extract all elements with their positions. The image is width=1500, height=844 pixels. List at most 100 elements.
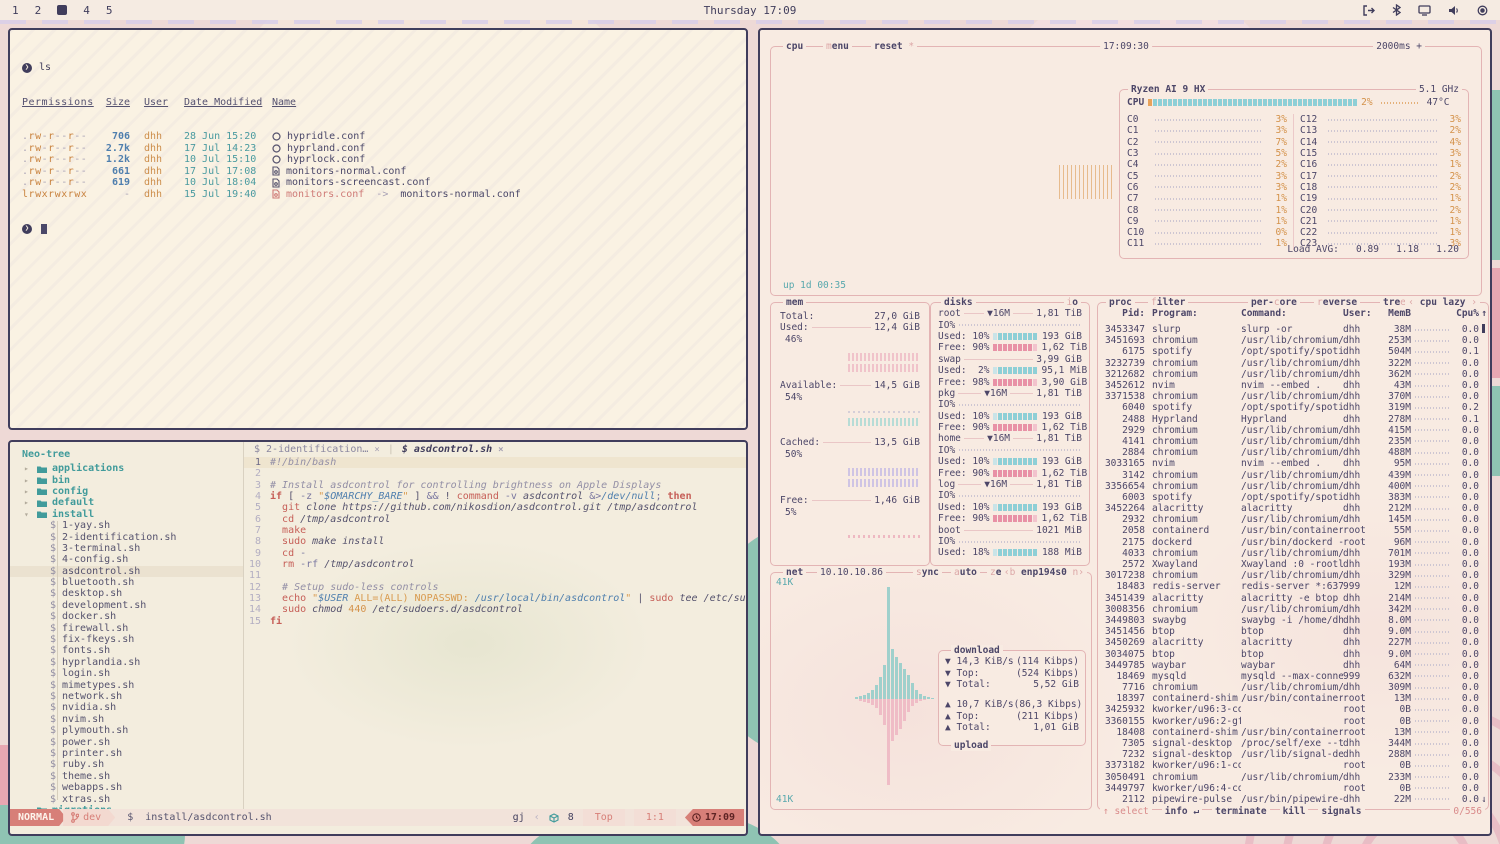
proc-percore-button[interactable]: per-core	[1248, 297, 1300, 308]
kill-button[interactable]: kill	[1280, 806, 1309, 817]
process-row[interactable]: 3050491chromium/usr/lib/chromium/dhh233M…	[1101, 772, 1485, 783]
tree-file[interactable]: $network.sh	[10, 691, 243, 702]
process-row[interactable]: 2058containerd/usr/bin/containerroot55M0…	[1101, 525, 1485, 536]
menu-button[interactable]: menu	[823, 41, 852, 52]
process-row[interactable]: 6003spotify/opt/spotify/spotidhh383M0.0	[1101, 492, 1485, 503]
logout-icon[interactable]	[1362, 5, 1375, 16]
code-area[interactable]: 1#!/bin/bash23# Install asdcontrol for c…	[244, 457, 746, 627]
process-row[interactable]: 3451439alacrittyalacritty -e btopdhh214M…	[1101, 593, 1485, 604]
process-row[interactable]: 3017238chromium/usr/lib/chromium/dhh329M…	[1101, 570, 1485, 581]
process-row[interactable]: 3452612nvimnvim --embed .dhh43M0.0	[1101, 380, 1485, 391]
tree-file[interactable]: $2-identification.sh	[10, 531, 243, 542]
process-row[interactable]: 3452264alacrittyalacrittydhh212M0.0	[1101, 503, 1485, 514]
workspace-item[interactable]: 1	[12, 4, 19, 17]
tree-file[interactable]: $nvidia.sh	[10, 702, 243, 713]
process-row[interactable]: 3449797kworker/u96:4-coroot0B0.0	[1101, 783, 1485, 794]
process-row[interactable]: 7305signal-desktop/proc/self/exe --tdhh3…	[1101, 738, 1485, 749]
process-row[interactable]: 3034075btopbtopdhh9.0M0.0	[1101, 648, 1485, 659]
process-row[interactable]: 18483redis-serverredis-server *:63799912…	[1101, 581, 1485, 592]
record-icon[interactable]	[1477, 5, 1488, 16]
process-row[interactable]: 2175dockerd/usr/bin/dockerd -root96M0.0	[1101, 537, 1485, 548]
workspace-item[interactable]: 2	[35, 4, 42, 17]
process-row[interactable]: 7716chromium/usr/lib/chromium/dhh309M0.0	[1101, 682, 1485, 693]
volume-icon[interactable]	[1448, 5, 1460, 16]
io-mode-button[interactable]: io	[1064, 297, 1081, 308]
process-row[interactable]: 18397containerd-shim/usr/bin/containerro…	[1101, 693, 1485, 704]
info-button[interactable]: info ↵	[1162, 806, 1202, 817]
workspace-item[interactable]: 5	[106, 4, 113, 17]
editor-tab[interactable]: $ asdcontrol.sh×	[402, 444, 504, 455]
process-row[interactable]: 3425932kworker/u96:3-coroot0B0.0	[1101, 704, 1485, 715]
tree-file[interactable]: $plymouth.sh	[10, 725, 243, 736]
tree-file[interactable]: $docker.sh	[10, 611, 243, 622]
process-row[interactable]: 3451693chromium/usr/lib/chromium/dhh253M…	[1101, 335, 1485, 346]
process-row[interactable]: 3450269alacrittyalacrittydhh227M0.0	[1101, 637, 1485, 648]
process-row[interactable]: 3451456btopbtopdhh9.0M0.0	[1101, 626, 1485, 637]
tree-file[interactable]: $nvim.sh	[10, 714, 243, 725]
tree-file[interactable]: $desktop.sh	[10, 588, 243, 599]
process-row[interactable]: 7232signal-desktop/usr/lib/signal-dedhh2…	[1101, 749, 1485, 760]
process-row[interactable]: 3360155kworker/u96:2-gfroot0B0.0	[1101, 716, 1485, 727]
tree-file[interactable]: $firewall.sh	[10, 622, 243, 633]
tree-file[interactable]: $4-config.sh	[10, 554, 243, 565]
net-sync-button[interactable]: sync	[913, 567, 942, 578]
process-row[interactable]: 3033165nvimnvim --embed .dhh95M0.0	[1101, 458, 1485, 469]
tree-file[interactable]: $webapps.sh	[10, 782, 243, 793]
tree-file[interactable]: $hyprlandia.sh	[10, 657, 243, 668]
tree-file[interactable]: $theme.sh	[10, 771, 243, 782]
process-row[interactable]: 3449785waybarwaybardhh64M0.0	[1101, 660, 1485, 671]
tree-file[interactable]: $xtras.sh	[10, 793, 243, 804]
update-interval[interactable]: 2000ms +	[1373, 41, 1425, 52]
process-row[interactable]: 2488HyprlandHyprlanddhh278M0.1	[1101, 414, 1485, 425]
proc-reverse-button[interactable]: reverse	[1314, 297, 1360, 308]
tree-folder[interactable]: ▸bin	[10, 474, 243, 485]
process-row[interactable]: 18408containerd-shim/usr/bin/containerro…	[1101, 727, 1485, 738]
net-auto-button[interactable]: auto	[951, 567, 980, 578]
tree-folder[interactable]: ▸applications	[10, 463, 243, 474]
process-row[interactable]: 3449803swaybgswaybg -i /home/dhdhh8.0M0.…	[1101, 615, 1485, 626]
net-interface[interactable]: ‹b enp194s0 n›	[1001, 567, 1087, 578]
tree-file[interactable]: $3-terminal.sh	[10, 543, 243, 554]
signals-button[interactable]: signals	[1318, 806, 1364, 817]
tree-file[interactable]: $development.sh	[10, 600, 243, 611]
tree-file[interactable]: $printer.sh	[10, 748, 243, 759]
process-row[interactable]: 3373182kworker/u96:1-coroot0B0.0	[1101, 760, 1485, 771]
bluetooth-icon[interactable]	[1392, 4, 1401, 16]
process-row[interactable]: 3142chromium/usr/lib/chromium/dhh439M0.0	[1101, 469, 1485, 480]
process-row[interactable]: 18469mysqldmysqld --max-conne999632M0.0	[1101, 671, 1485, 682]
process-row[interactable]: 2572XwaylandXwayland :0 -rootldhh193M0.0	[1101, 559, 1485, 570]
screencast-icon[interactable]	[1418, 5, 1431, 16]
process-row[interactable]: 3371538chromium/usr/lib/chromium/dhh370M…	[1101, 391, 1485, 402]
tree-file[interactable]: $mimetypes.sh	[10, 679, 243, 690]
process-row[interactable]: 2932chromium/usr/lib/chromium/dhh145M0.0	[1101, 514, 1485, 525]
tree-file[interactable]: $1-yay.sh	[10, 520, 243, 531]
tree-folder[interactable]: ▸config	[10, 486, 243, 497]
tree-file[interactable]: $fix-fkeys.sh	[10, 634, 243, 645]
tree-folder[interactable]: ▾install	[10, 509, 243, 520]
tree-file[interactable]: $fonts.sh	[10, 645, 243, 656]
tree-file[interactable]: $login.sh	[10, 668, 243, 679]
tree-file[interactable]: $power.sh	[10, 736, 243, 747]
process-row[interactable]: 2884chromium/usr/lib/chromium/dhh488M0.0	[1101, 447, 1485, 458]
workspace-item[interactable]: 4	[83, 4, 90, 17]
workspace-active[interactable]	[57, 5, 67, 15]
process-row[interactable]: 4033chromium/usr/lib/chromium/dhh701M0.0	[1101, 548, 1485, 559]
process-row[interactable]: 2929chromium/usr/lib/chromium/dhh415M0.0	[1101, 425, 1485, 436]
process-row[interactable]: 2112pipewire-pulse/usr/bin/pipewire-dhh2…	[1101, 794, 1485, 804]
reset-button[interactable]: reset *	[871, 41, 917, 52]
process-row[interactable]: 4141chromium/usr/lib/chromium/dhh235M0.0	[1101, 436, 1485, 447]
process-row[interactable]: 3453347slurpslurp -ordhh38M0.0	[1101, 324, 1485, 335]
process-row[interactable]: 6040spotify/opt/spotify/spotidhh319M0.2	[1101, 402, 1485, 413]
editor-tab[interactable]: $ 2-identification…×	[254, 444, 380, 455]
preset-button[interactable]: cpu	[783, 41, 806, 52]
tree-file[interactable]: $asdcontrol.sh	[10, 566, 243, 577]
scrollbar-thumb[interactable]	[1482, 324, 1485, 333]
tree-file[interactable]: $bluetooth.sh	[10, 577, 243, 588]
tree-folder[interactable]: ▸default	[10, 497, 243, 508]
process-row[interactable]: 3008356chromium/usr/lib/chromium/dhh342M…	[1101, 604, 1485, 615]
process-row[interactable]: 6175spotify/opt/spotify/spotidhh504M0.1	[1101, 346, 1485, 357]
proc-sort-selector[interactable]: ‹ cpu lazy ›	[1405, 297, 1480, 308]
process-row[interactable]: 3356654chromium/usr/lib/chromium/dhh400M…	[1101, 481, 1485, 492]
terminate-button[interactable]: terminate	[1212, 806, 1269, 817]
process-row[interactable]: 3212682chromium/usr/lib/chromium/dhh362M…	[1101, 369, 1485, 380]
